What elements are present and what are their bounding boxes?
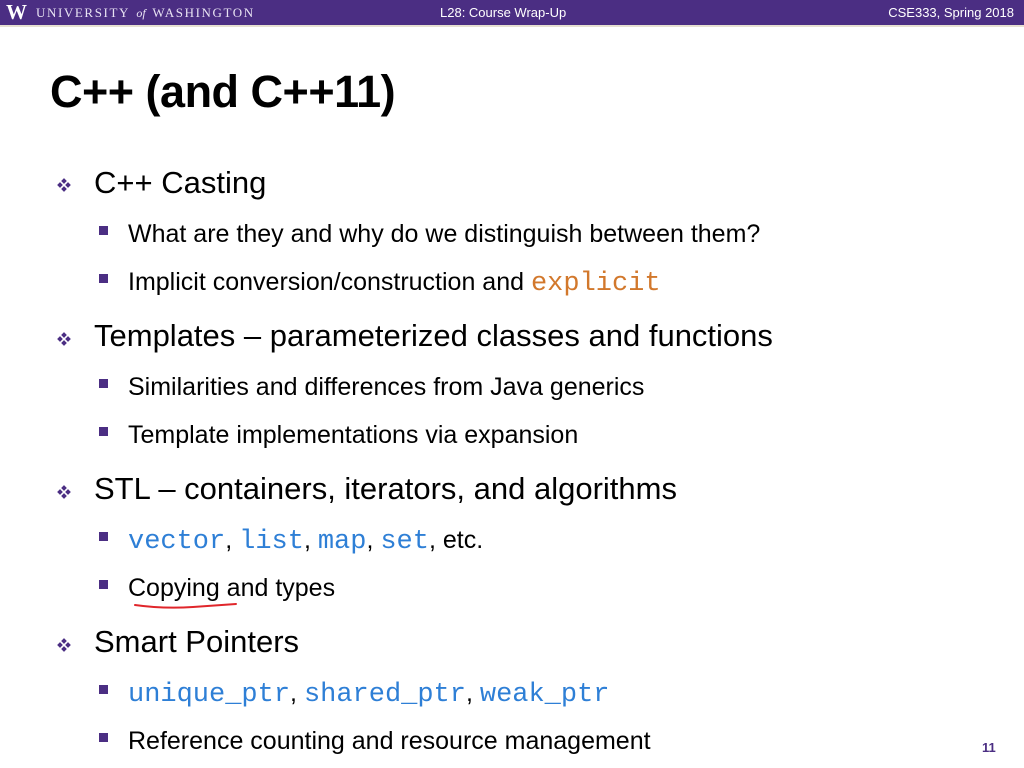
diamond-bullet-icon <box>57 332 71 346</box>
item-text: Implicit conversion/construction and <box>128 268 531 296</box>
section-heading-stl: STL – containers, iterators, and algorit… <box>94 471 677 506</box>
section-heading-casting: C++ Casting <box>94 165 267 200</box>
separator: , <box>366 526 381 554</box>
code-weak-ptr: weak_ptr <box>479 680 610 710</box>
square-bullet-icon <box>99 427 108 436</box>
square-bullet-icon <box>99 379 108 388</box>
item-smart-pointer-types: unique_ptr, shared_ptr, weak_ptr <box>128 677 610 711</box>
square-bullet-icon <box>99 733 108 742</box>
diamond-bullet-icon <box>57 638 71 652</box>
separator: , <box>225 526 240 554</box>
code-list: list <box>239 527 304 557</box>
slide-title: C++ (and C++11) <box>50 66 396 117</box>
separator: , <box>303 526 318 554</box>
square-bullet-icon <box>99 532 108 541</box>
slide-header: W UNIVERSITY of WASHINGTON L28: Course W… <box>0 0 1024 25</box>
item-implicit-conversion: Implicit conversion/construction and exp… <box>128 266 661 300</box>
code-unique-ptr: unique_ptr <box>128 680 291 710</box>
code-shared-ptr: shared_ptr <box>303 680 466 710</box>
wordmark-washington: WASHINGTON <box>152 5 255 20</box>
diamond-bullet-icon <box>57 485 71 499</box>
square-bullet-icon <box>99 226 108 235</box>
separator: , <box>465 679 480 707</box>
copying-word: Copying <box>128 574 220 602</box>
etc-text: , etc. <box>428 526 484 554</box>
item-java-generics: Similarities and differences from Java g… <box>128 373 645 401</box>
square-bullet-icon <box>99 580 108 589</box>
diamond-bullet-icon <box>57 178 71 192</box>
code-set: set <box>380 527 429 557</box>
section-heading-templates: Templates – parameterized classes and fu… <box>94 318 773 353</box>
separator: , <box>290 679 304 707</box>
header-divider <box>0 25 1024 27</box>
university-wordmark: UNIVERSITY of WASHINGTON <box>36 5 255 21</box>
item-reference-counting: Reference counting and resource manageme… <box>128 727 651 755</box>
section-heading-smart-pointers: Smart Pointers <box>94 624 300 659</box>
page-number: 11 <box>982 740 996 755</box>
ink-underline-annotation <box>134 603 237 609</box>
square-bullet-icon <box>99 274 108 283</box>
item-casting-why: What are they and why do we distinguish … <box>128 220 761 248</box>
item-template-expansion: Template implementations via expansion <box>128 421 579 449</box>
square-bullet-icon <box>99 685 108 694</box>
uw-w-logo: W <box>6 0 27 24</box>
item-stl-containers: vector, list, map, set, etc. <box>128 524 483 558</box>
code-vector: vector <box>128 527 226 557</box>
code-explicit: explicit <box>530 269 661 299</box>
lecture-title: L28: Course Wrap-Up <box>440 5 567 20</box>
code-map: map <box>317 527 367 557</box>
and-types-text: and types <box>219 574 336 602</box>
wordmark-university: UNIVERSITY <box>36 5 130 20</box>
wordmark-of: of <box>136 6 146 20</box>
course-label: CSE333, Spring 2018 <box>888 5 1014 20</box>
